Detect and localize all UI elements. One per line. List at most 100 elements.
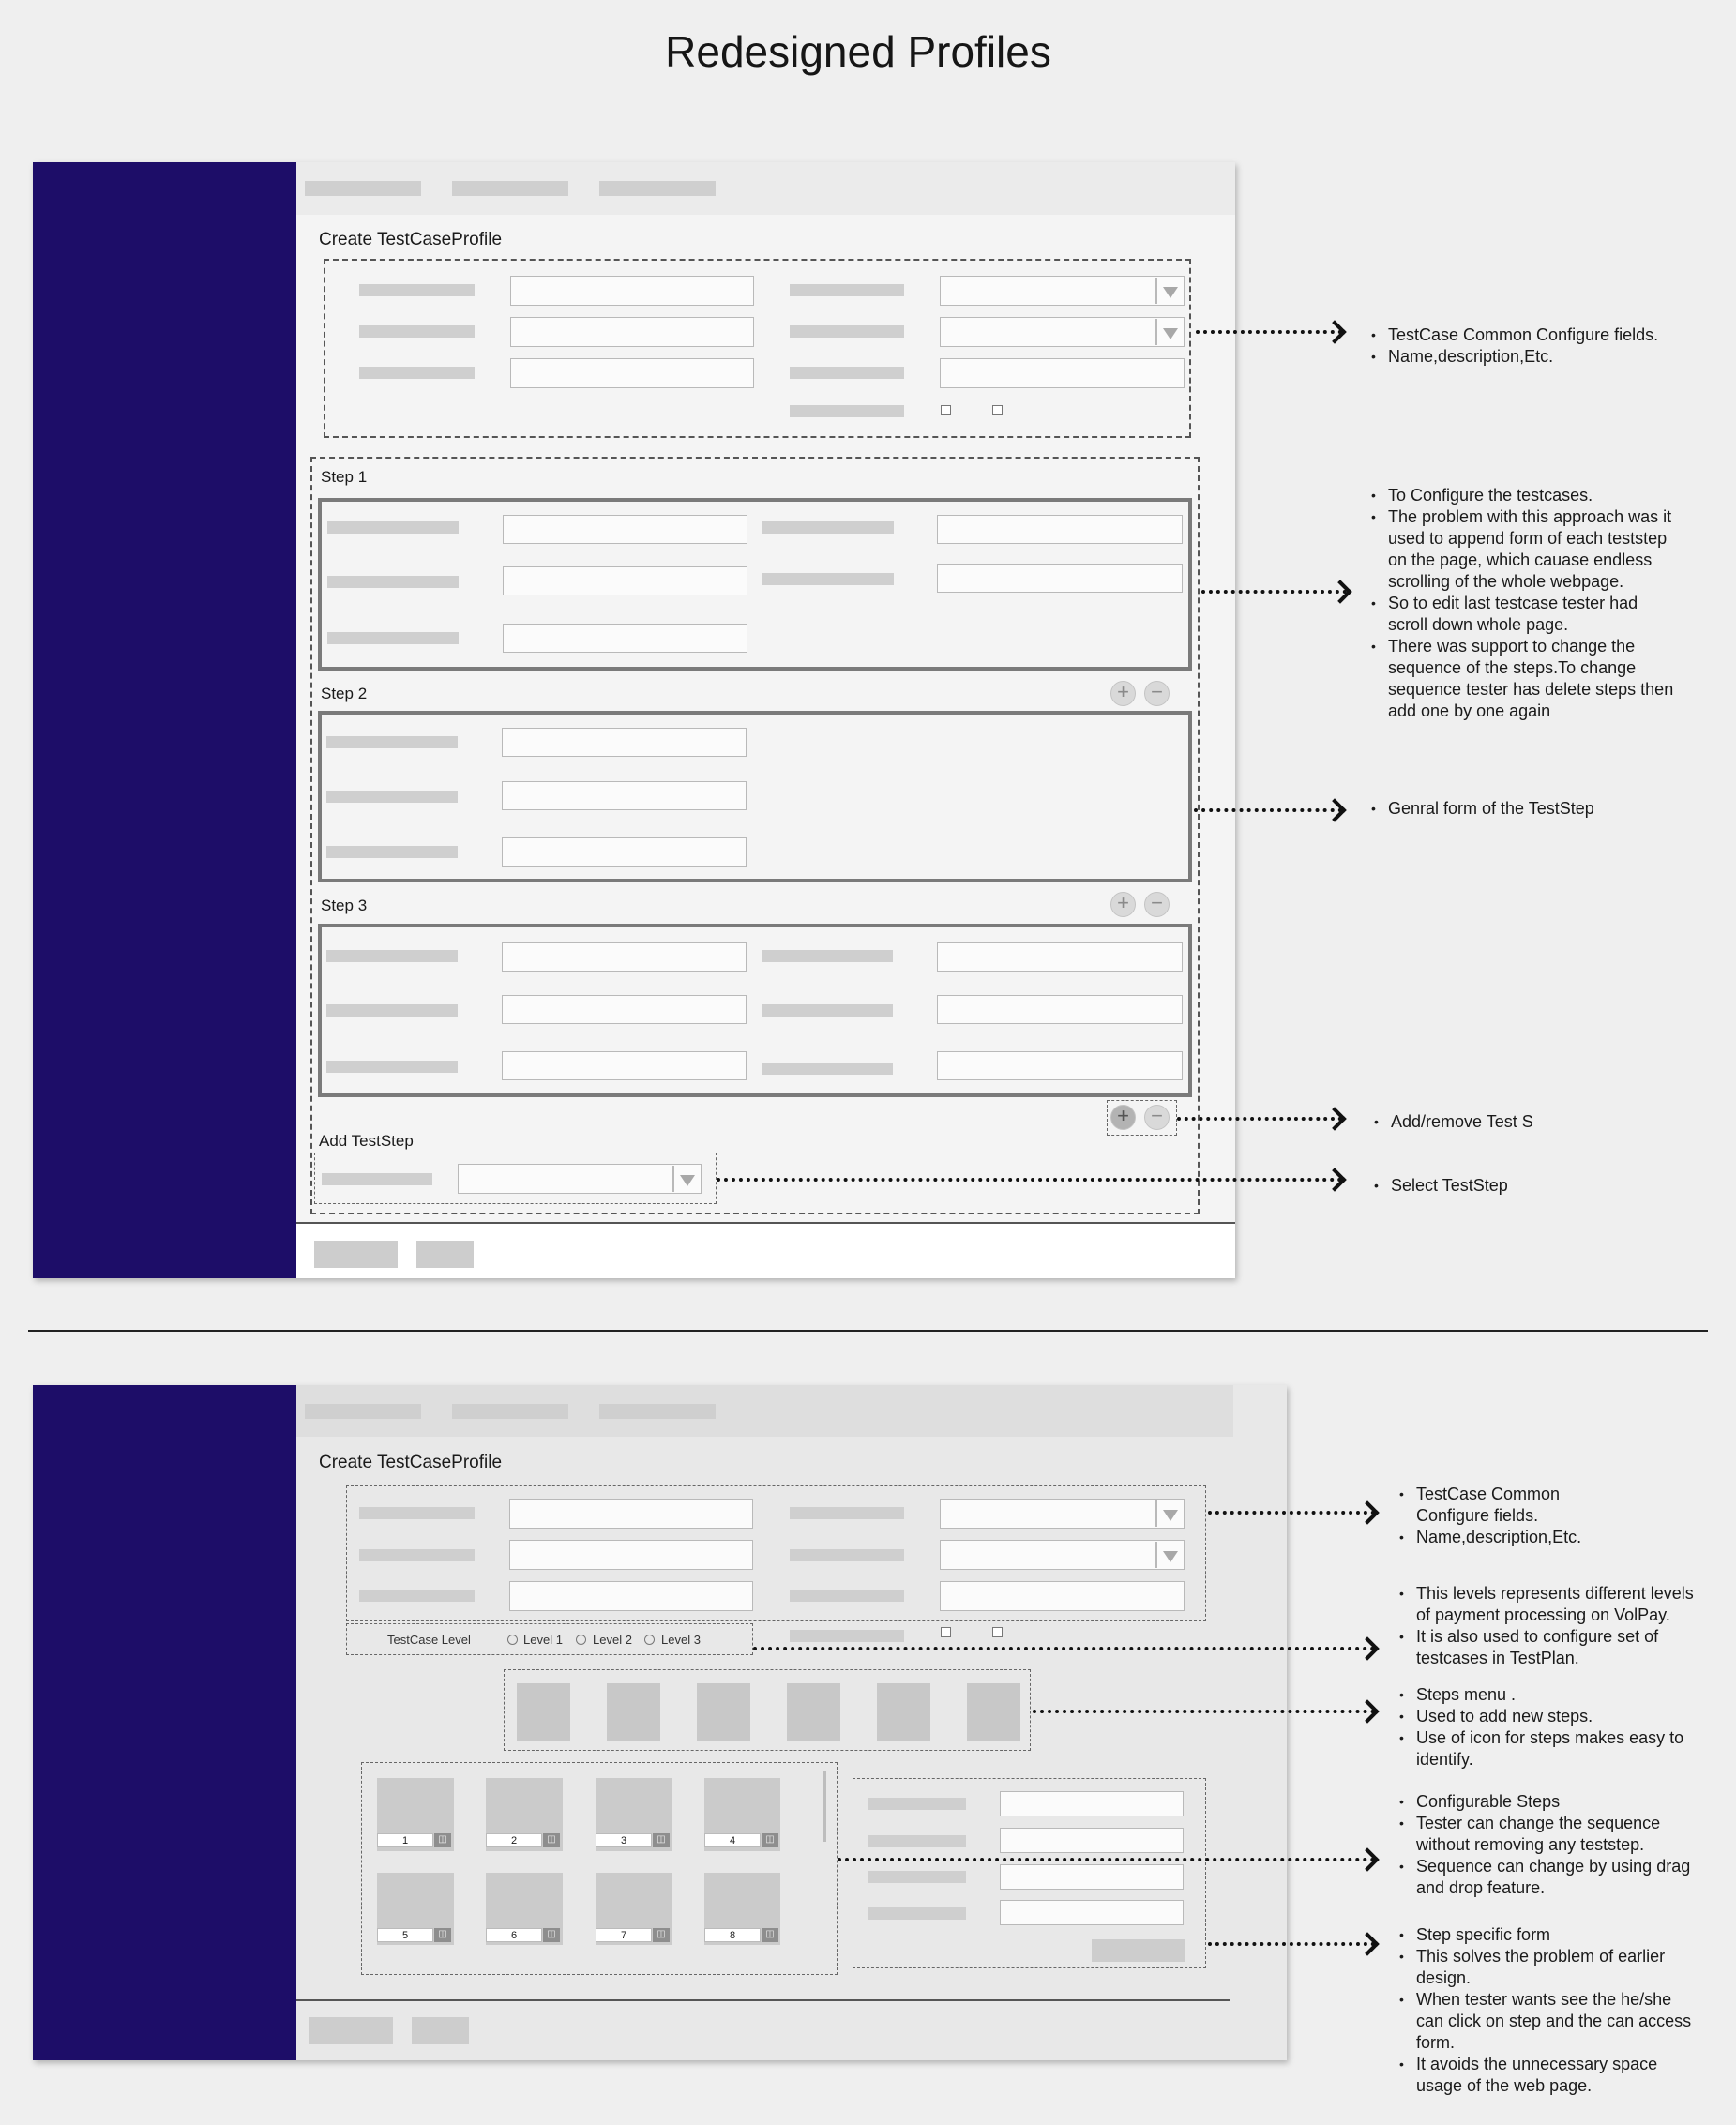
step-type-icon[interactable] bbox=[787, 1683, 840, 1741]
dropdown-select[interactable] bbox=[940, 1499, 1185, 1529]
name-input[interactable] bbox=[510, 276, 754, 306]
arrow-right-icon bbox=[1355, 1847, 1380, 1872]
step-form-input[interactable] bbox=[1000, 1900, 1184, 1925]
level-1-radio[interactable] bbox=[507, 1635, 518, 1645]
note-item: It avoids the unnecessary space usage of… bbox=[1399, 2054, 1699, 2097]
note-levels: This levels represents different levels … bbox=[1399, 1583, 1709, 1669]
minus-icon[interactable]: − bbox=[1144, 1105, 1170, 1130]
step-3-input[interactable] bbox=[937, 942, 1183, 972]
bottom-nav-placeholder-2[interactable] bbox=[452, 1404, 568, 1419]
step-2-input[interactable] bbox=[502, 728, 747, 757]
field-label-placeholder bbox=[790, 1630, 904, 1642]
text-input[interactable] bbox=[940, 1581, 1185, 1611]
description-input[interactable] bbox=[510, 317, 754, 347]
trash-icon[interactable]: ◫ bbox=[653, 1833, 670, 1847]
level-2-radio[interactable] bbox=[576, 1635, 586, 1645]
note-item: When tester wants see the he/she can cli… bbox=[1399, 1989, 1699, 2054]
chevron-down-icon[interactable] bbox=[1163, 328, 1178, 339]
chevron-down-icon[interactable] bbox=[1163, 1551, 1178, 1562]
dropdown-select[interactable] bbox=[940, 276, 1185, 306]
minus-icon[interactable]: − bbox=[1144, 892, 1170, 917]
step-form-save-button[interactable] bbox=[1092, 1939, 1185, 1962]
chevron-down-icon[interactable] bbox=[680, 1175, 695, 1186]
step-3-input[interactable] bbox=[502, 1051, 747, 1080]
step-3-input[interactable] bbox=[502, 942, 747, 972]
chevron-down-icon[interactable] bbox=[1163, 1510, 1178, 1521]
level-3-radio[interactable] bbox=[644, 1635, 655, 1645]
plus-icon[interactable]: + bbox=[1110, 1105, 1136, 1130]
step-type-icon[interactable] bbox=[697, 1683, 750, 1741]
step-3-input[interactable] bbox=[937, 995, 1183, 1024]
checkbox[interactable] bbox=[992, 1627, 1003, 1637]
note-item: There was support to change the sequence… bbox=[1371, 636, 1681, 722]
top-nav-placeholder-2[interactable] bbox=[452, 181, 568, 196]
arrow-right-icon bbox=[1355, 1932, 1380, 1956]
step-form-input[interactable] bbox=[1000, 1864, 1184, 1890]
plus-icon[interactable]: + bbox=[1110, 681, 1136, 706]
bottom-header-bar bbox=[296, 1385, 1233, 1437]
step-1-input[interactable] bbox=[503, 515, 747, 544]
top-nav-placeholder-1[interactable] bbox=[305, 181, 421, 196]
step-1-input[interactable] bbox=[937, 515, 1183, 544]
step-3-input[interactable] bbox=[502, 995, 747, 1024]
cancel-button-placeholder[interactable] bbox=[416, 1241, 474, 1268]
dropdown-separator bbox=[1155, 1500, 1157, 1527]
chevron-down-icon[interactable] bbox=[1163, 287, 1178, 298]
step-type-icon[interactable] bbox=[877, 1683, 930, 1741]
step-2-input[interactable] bbox=[502, 837, 747, 867]
trash-icon[interactable]: ◫ bbox=[653, 1928, 670, 1942]
note-item: This solves the problem of earlier desig… bbox=[1399, 1946, 1699, 1989]
arrow-right-icon bbox=[1322, 1107, 1347, 1131]
steps-scrollbar[interactable] bbox=[823, 1771, 826, 1842]
note-item: The problem with this approach was it us… bbox=[1371, 506, 1681, 593]
description-input[interactable] bbox=[509, 1540, 753, 1570]
trash-icon[interactable]: ◫ bbox=[434, 1928, 451, 1942]
note-addremove: Add/remove Test S bbox=[1374, 1111, 1683, 1133]
step-type-icon[interactable] bbox=[967, 1683, 1020, 1741]
trash-icon[interactable]: ◫ bbox=[543, 1833, 560, 1847]
level-2-label: Level 2 bbox=[593, 1633, 632, 1647]
bottom-nav-placeholder-3[interactable] bbox=[599, 1404, 716, 1419]
top-nav-placeholder-3[interactable] bbox=[599, 181, 716, 196]
step-1-input[interactable] bbox=[937, 564, 1183, 593]
text-input[interactable] bbox=[510, 358, 754, 388]
save-button-placeholder[interactable] bbox=[309, 2017, 393, 2044]
step-type-icon[interactable] bbox=[517, 1683, 570, 1741]
connector-addremove bbox=[1177, 1117, 1342, 1121]
dropdown-select[interactable] bbox=[940, 1540, 1185, 1570]
name-input[interactable] bbox=[509, 1499, 753, 1529]
note-select: Select TestStep bbox=[1374, 1175, 1683, 1197]
step-1-input[interactable] bbox=[503, 566, 747, 595]
checkbox[interactable] bbox=[992, 405, 1003, 415]
step-1-input[interactable] bbox=[503, 624, 747, 653]
steps-menu bbox=[504, 1669, 1031, 1751]
trash-icon[interactable]: ◫ bbox=[434, 1833, 451, 1847]
checkbox[interactable] bbox=[941, 405, 951, 415]
checkbox[interactable] bbox=[941, 1627, 951, 1637]
trash-icon[interactable]: ◫ bbox=[543, 1928, 560, 1942]
plus-icon[interactable]: + bbox=[1110, 892, 1136, 917]
dropdown-select[interactable] bbox=[940, 317, 1185, 347]
teststep-select[interactable] bbox=[458, 1164, 702, 1194]
trash-icon[interactable]: ◫ bbox=[762, 1833, 778, 1847]
step-2-input[interactable] bbox=[502, 781, 747, 810]
step-3-label: Step 3 bbox=[321, 897, 368, 914]
step-form-input[interactable] bbox=[1000, 1828, 1184, 1853]
connector-common bbox=[1196, 330, 1342, 334]
text-input[interactable] bbox=[509, 1581, 753, 1611]
field-label-placeholder bbox=[359, 325, 475, 338]
step-form-input[interactable] bbox=[1000, 1791, 1184, 1816]
step-type-icon[interactable] bbox=[607, 1683, 660, 1741]
note-item: Add/remove Test S bbox=[1374, 1111, 1683, 1133]
step-3-input[interactable] bbox=[937, 1051, 1183, 1080]
cancel-button-placeholder[interactable] bbox=[412, 2017, 469, 2044]
note-item: Name,description,Etc. bbox=[1371, 346, 1681, 368]
save-button-placeholder[interactable] bbox=[314, 1241, 398, 1268]
step-card-number: 5 bbox=[377, 1928, 433, 1942]
dropdown-separator bbox=[1155, 1542, 1157, 1568]
bottom-nav-placeholder-1[interactable] bbox=[305, 1404, 421, 1419]
step-card-number: 3 bbox=[596, 1833, 652, 1847]
text-input[interactable] bbox=[940, 358, 1185, 388]
trash-icon[interactable]: ◫ bbox=[762, 1928, 778, 1942]
minus-icon[interactable]: − bbox=[1144, 681, 1170, 706]
